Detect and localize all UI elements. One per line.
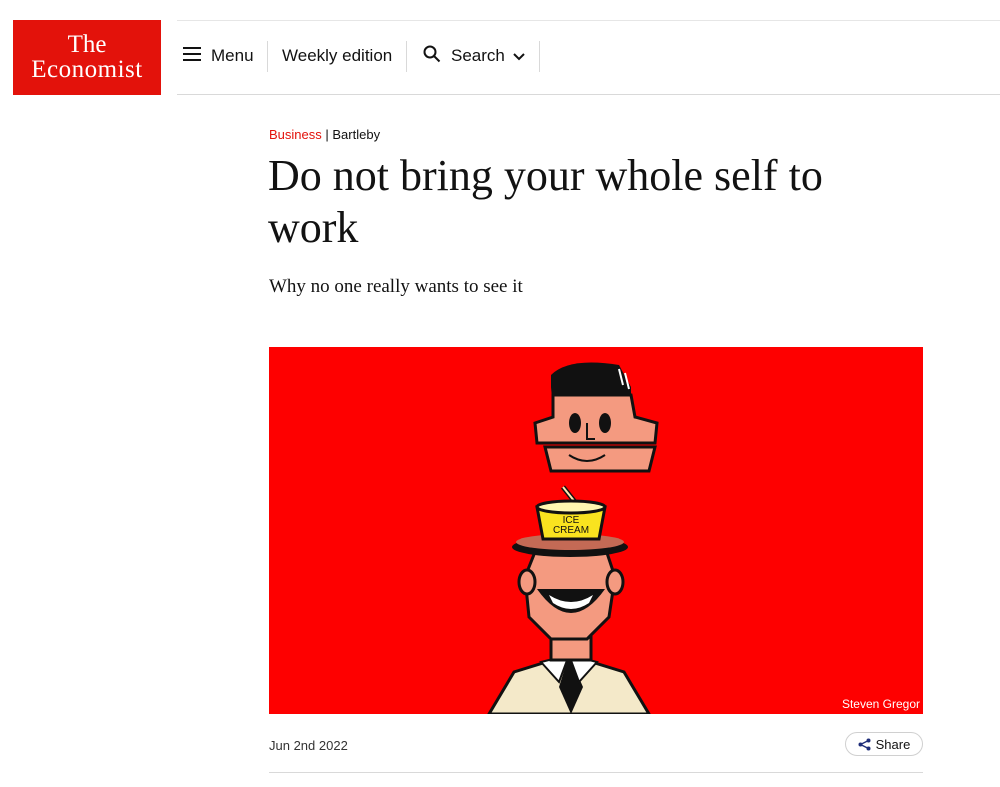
weekly-edition-link[interactable]: Weekly edition <box>282 40 392 72</box>
nav-separator <box>267 41 268 72</box>
article-divider <box>269 772 923 773</box>
illustration: ICE CREAM Steven Gregor <box>269 347 923 714</box>
share-icon <box>858 738 871 750</box>
article-subheadline: Why no one really wants to see it <box>269 276 523 297</box>
nav-separator <box>539 41 540 72</box>
logo-line-2: Economist <box>31 55 143 83</box>
publication-date: Jun 2nd 2022 <box>269 738 348 753</box>
logo-line-1: The <box>67 30 107 58</box>
menu-label: Menu <box>211 46 254 65</box>
economist-logo[interactable]: The Economist <box>13 20 161 95</box>
article-rubric: Business | Bartleby <box>269 127 380 142</box>
menu-button[interactable]: Menu <box>183 40 254 72</box>
search-label: Search <box>451 46 505 65</box>
hamburger-icon <box>183 46 201 66</box>
article-hero-image: ICE CREAM Steven Gregor <box>269 347 923 714</box>
image-credit: Steven Gregor <box>842 697 920 711</box>
icecream-label-line2: CREAM <box>553 525 589 536</box>
weekly-edition-label: Weekly edition <box>282 46 393 65</box>
search-button[interactable]: Search <box>423 40 525 72</box>
article-headline: Do not bring your whole self to work <box>268 151 823 252</box>
share-button[interactable]: Share <box>845 732 923 756</box>
share-label: Share <box>875 736 911 752</box>
header-top-divider <box>177 20 1000 21</box>
rubric-separator: | <box>325 127 329 142</box>
nav-separator <box>406 41 407 72</box>
chevron-down-icon <box>513 46 525 66</box>
magnifier-icon <box>423 45 441 68</box>
header-bottom-divider <box>177 94 1000 95</box>
column-name: Bartleby <box>332 127 381 142</box>
section-link[interactable]: Business <box>269 127 322 142</box>
